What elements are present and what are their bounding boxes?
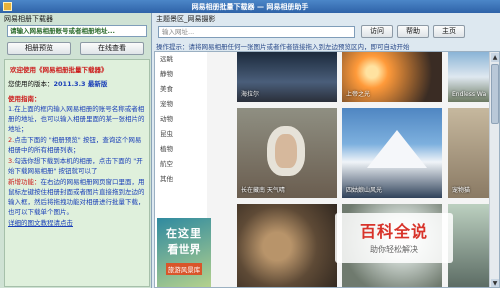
window-title: 网易相册批量下载器 — 网易相册助手 xyxy=(191,3,309,11)
portrait-figure xyxy=(267,126,305,176)
tip-3: 3.勾选你想下载到本机的相册，点击下面的 "开始下载网易相册" 按钮就可以了 xyxy=(8,156,146,176)
mountain-peak xyxy=(367,130,427,168)
welcome-name: 《网易相册批量下载器》 xyxy=(36,66,108,74)
promo-banner[interactable]: 在这里 看世界 旅游风景库 xyxy=(157,218,211,287)
promo-line-2: 看世界 xyxy=(167,243,201,256)
tip-3-text: 勾选你想下载到本机的相册，点击下面的 "开始下载网易相册" 按钮就可以了 xyxy=(8,157,143,175)
promo-line-3: 旅游风景库 xyxy=(165,263,203,275)
scroll-down-icon[interactable]: ▼ xyxy=(491,279,499,287)
category-item[interactable]: 昆虫 xyxy=(155,127,207,142)
welcome-prefix: 欢迎使用 xyxy=(10,66,36,74)
watermark-title: 百科全说 xyxy=(359,222,428,241)
scroll-thumb[interactable] xyxy=(491,64,499,124)
visit-button[interactable]: 访问 xyxy=(361,25,393,38)
feature-para: 新增功能：在右边的网易相册网页窗口里面，用鼠标左键按住相册封面或者图片直接拖到左… xyxy=(8,177,146,217)
category-item[interactable]: 航空 xyxy=(155,157,207,172)
tip-1: 1.在上面的框内输入网易相册的账号名称或者相册的地址，也可以输入相册里面的某一张… xyxy=(8,105,145,133)
category-item[interactable]: 植物 xyxy=(155,142,207,157)
photo-caption: 海拉尔 xyxy=(241,91,260,98)
photo-tile[interactable]: 海拉尔 xyxy=(237,52,337,102)
photo-caption: 上帝之光 xyxy=(346,91,371,98)
photo-caption: 宠物猫 xyxy=(452,187,471,194)
welcome-text: 欢迎使用《网易相册批量下载器》 xyxy=(10,65,146,75)
tip-2: 2.点击下面的 "相册预览" 按钮，查询这个网易相册中的所有相册列表； xyxy=(8,135,146,155)
tip-2-text: 点击下面的 "相册预览" 按钮，查询这个网易相册中的所有相册列表； xyxy=(8,136,142,154)
photo-tile[interactable]: 四姑娘山风光 xyxy=(342,108,442,198)
scroll-up-icon[interactable]: ▲ xyxy=(491,53,499,62)
album-preview-button[interactable]: 相册预览 xyxy=(7,42,71,55)
category-item[interactable]: 美食 xyxy=(155,82,207,97)
category-item[interactable]: 动物 xyxy=(155,112,207,127)
category-item[interactable]: 远眺 xyxy=(155,52,207,67)
photo-tile[interactable] xyxy=(237,204,337,287)
version-value: 2011.3.3 最新版 xyxy=(53,80,108,88)
watermark-logo: 百科全说 助你轻松解决 xyxy=(335,213,453,263)
feature-title: 新增功能： xyxy=(8,178,41,186)
vertical-scrollbar[interactable]: ▲ ▼ xyxy=(489,52,499,287)
promo-line-1: 在这里 xyxy=(166,227,202,240)
online-view-button[interactable]: 在线查看 xyxy=(80,42,144,55)
photo-caption: 长在藏南 天气晴 xyxy=(241,187,285,194)
info-panel: 欢迎使用《网易相册批量下载器》 您使用的版本：2011.3.3 最新版 使用指南… xyxy=(4,59,150,287)
photo-tile[interactable]: 上帝之光 xyxy=(342,52,442,102)
tips-title: 使用指南： xyxy=(8,95,41,103)
photo-caption: Endless Wa xyxy=(452,91,487,98)
version-line: 您使用的版本：2011.3.3 最新版 xyxy=(8,79,146,89)
category-item[interactable]: 宠物 xyxy=(155,97,207,112)
title-bar: 网易相册批量下载器 — 网易相册助手 xyxy=(0,0,500,13)
watermark-subtitle: 助你轻松解决 xyxy=(370,245,418,254)
help-button[interactable]: 帮助 xyxy=(397,25,429,38)
category-item[interactable]: 其他 xyxy=(155,172,207,187)
address-input[interactable]: 输入网址... xyxy=(158,26,355,38)
left-panel: 网易相册下载器 请输入网易相册账号或者相册地址... 相册预览 在线查看 欢迎使… xyxy=(0,13,152,288)
photo-caption: 四姑娘山风光 xyxy=(346,187,383,194)
album-url-input[interactable]: 请输入网易相册账号或者相册地址... xyxy=(7,25,147,37)
home-button[interactable]: 主页 xyxy=(433,25,465,38)
tutorial-link[interactable]: 详细的图文教程请点击 xyxy=(8,218,146,228)
right-group-label: 主题景区_网易摄影 xyxy=(156,15,216,23)
version-label: 您使用的版本： xyxy=(8,80,54,88)
operation-hint: 操作提示：请将网易相册任何一张图片或者作者链接拖入到左边预览区内，即可自动开始 xyxy=(156,43,410,51)
photo-tile[interactable]: 长在藏南 天气晴 xyxy=(237,108,337,198)
category-item[interactable]: 静物 xyxy=(155,67,207,82)
left-group-label: 网易相册下载器 xyxy=(4,15,53,23)
